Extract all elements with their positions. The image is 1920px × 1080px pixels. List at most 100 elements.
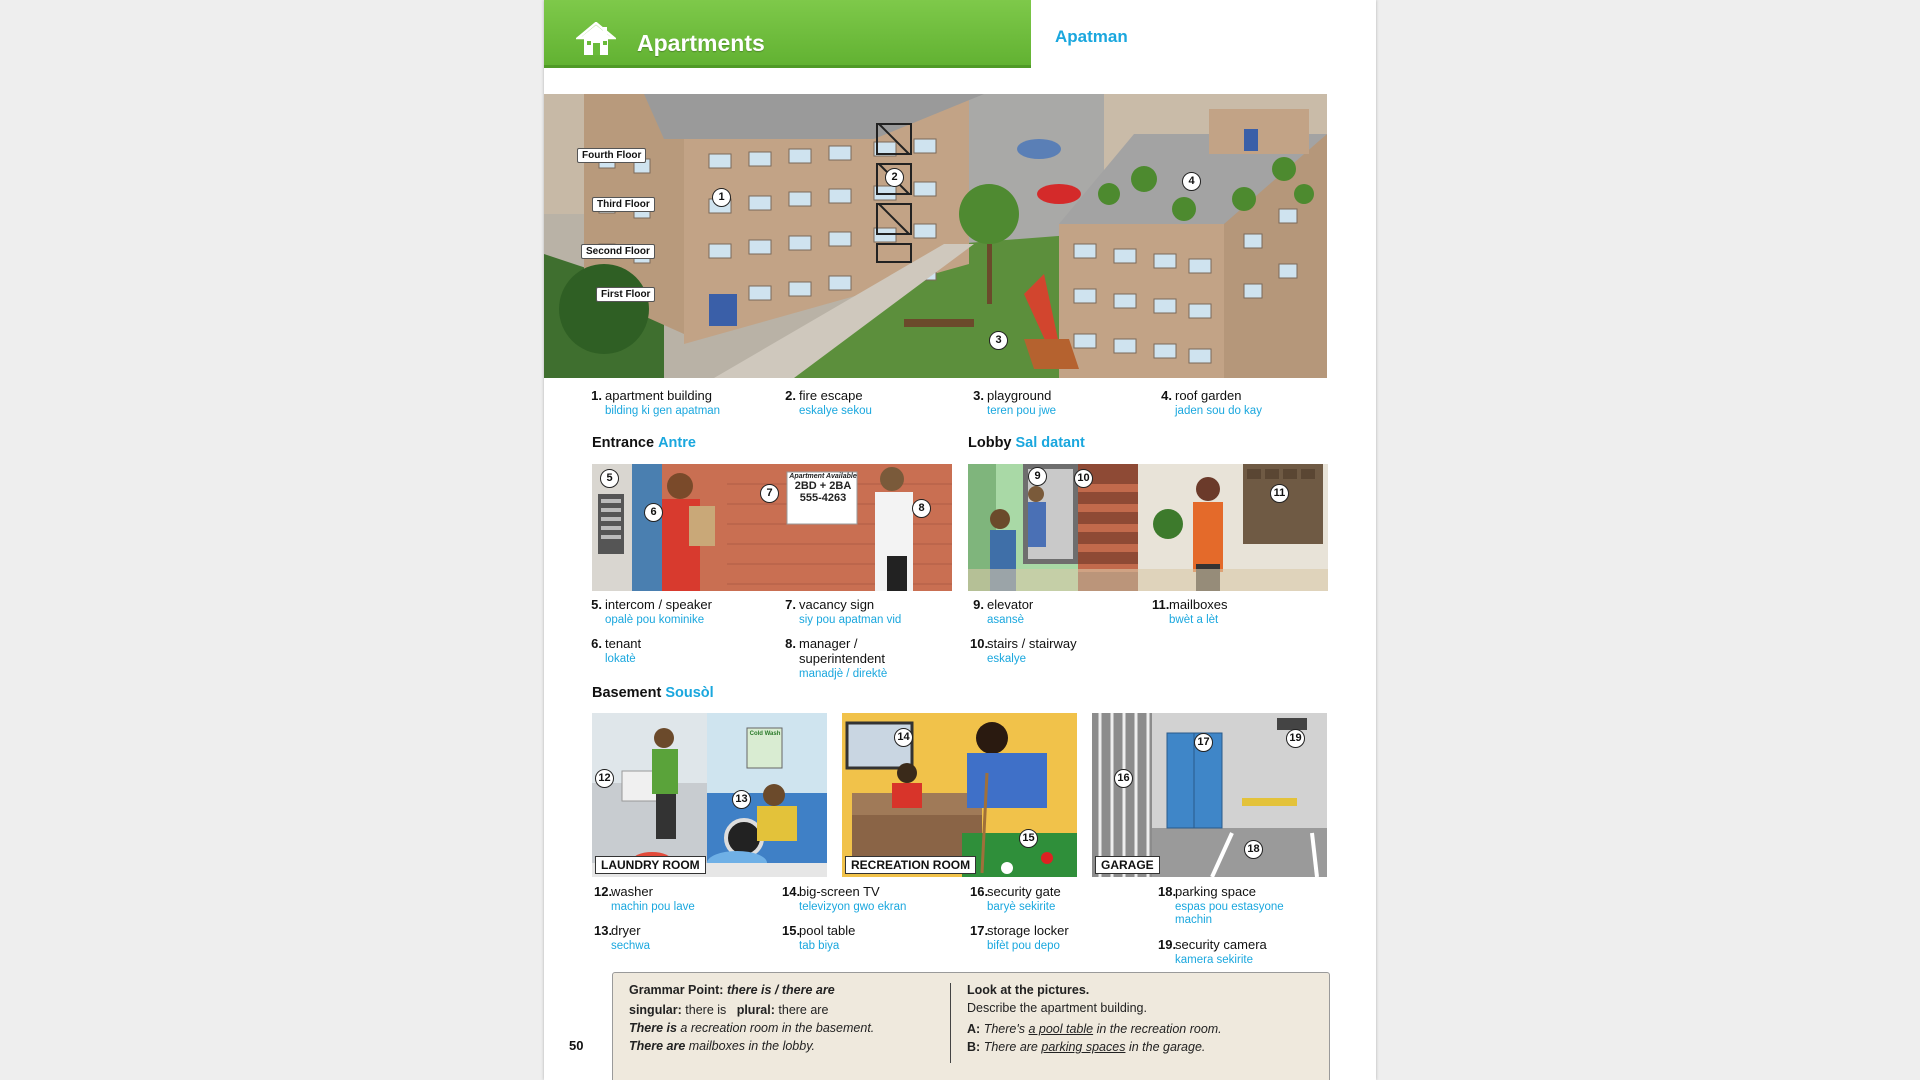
plural-value: there are xyxy=(778,1003,829,1017)
vocab-item: 3. playground teren pou jwe xyxy=(970,388,1160,418)
vocab-number: 19. xyxy=(1158,937,1177,952)
vocab-word: mailboxes xyxy=(1169,597,1228,612)
vocab-item: 8. manager / superintendent manadjè / di… xyxy=(782,636,902,681)
apartment-complex-drawing xyxy=(544,94,1327,378)
vocab-item: 4. roof garden jaden sou do kay xyxy=(1158,388,1348,418)
vocab-word: security gate xyxy=(987,884,1061,899)
vocab-item: 10. stairs / stairway eskalye xyxy=(970,636,1160,666)
vocab-translation: televizyon gwo ekran xyxy=(799,901,907,913)
house-icon xyxy=(576,22,616,55)
vocab-number: 8. xyxy=(785,636,796,651)
section-title-basement: Basement Sousòl xyxy=(592,685,714,701)
callout-11: 11 xyxy=(1270,484,1289,503)
grammar-title-label: Grammar Point: xyxy=(629,983,724,997)
vocab-translation: bwèt a lèt xyxy=(1169,614,1219,626)
vocab-item: 18. parking space espas pou estasyone ma… xyxy=(1158,884,1308,927)
vocab-number: 14. xyxy=(782,884,801,899)
vocab-item: 14. big-screen TV televizyon gwo ekran xyxy=(782,884,972,914)
vocab-translation: asansè xyxy=(987,614,1025,626)
section-title-text: Entrance xyxy=(592,435,655,451)
garage-illustration: GARAGE 16 17 18 19 xyxy=(1092,713,1327,877)
laundry-drawing xyxy=(592,713,827,877)
floor-label-first: First Floor xyxy=(596,287,656,302)
vocab-translation: bilding ki gen apatman xyxy=(605,405,721,417)
vocab-number: 16. xyxy=(970,884,989,899)
callout-13: 13 xyxy=(732,790,751,809)
vocab-word: intercom / speaker xyxy=(605,597,712,612)
header-banner: Apartments xyxy=(544,0,1031,68)
callout-16: 16 xyxy=(1114,769,1133,788)
vocab-item: 11. mailboxes bwèt a lèt xyxy=(1152,597,1342,627)
vocab-word: security camera xyxy=(1175,937,1267,952)
look-title: Look at the pictures. xyxy=(967,983,1090,997)
vocab-number: 5. xyxy=(591,597,602,612)
vocab-translation: espas pou estasyone machin xyxy=(1175,901,1284,926)
vocab-word: roof garden xyxy=(1175,388,1242,403)
vocab-word: fire escape xyxy=(799,388,863,403)
vocab-translation: sechwa xyxy=(611,940,650,952)
room-label-garage: GARAGE xyxy=(1095,856,1160,874)
vocab-translation: tab biya xyxy=(799,940,840,952)
callout-3: 3 xyxy=(989,331,1008,350)
lobby-illustration: 9 10 11 xyxy=(968,464,1328,591)
vocab-item: 16. security gate baryè sekirite xyxy=(970,884,1160,914)
vocab-word: storage locker xyxy=(987,923,1069,938)
speaker-a-label: A: xyxy=(967,1022,981,1036)
apartment-scene-illustration: Fourth Floor Third Floor Second Floor Fi… xyxy=(544,94,1327,378)
page-title: Apartments xyxy=(637,30,765,56)
vocab-item: 9. elevator asansè xyxy=(970,597,1160,627)
callout-9: 9 xyxy=(1028,467,1047,486)
vocab-word: manager / superintendent xyxy=(799,636,886,666)
vocab-word: tenant xyxy=(605,636,642,651)
vocab-translation: machin pou lave xyxy=(611,901,695,913)
vocab-word: apartment building xyxy=(605,388,712,403)
vocab-translation: opalè pou kominike xyxy=(605,614,705,626)
vacancy-sign-line: Apartment Available xyxy=(789,473,857,480)
vocab-translation: jaden sou do kay xyxy=(1175,405,1262,417)
vocab-translation: siy pou apatman vid xyxy=(799,614,902,626)
section-title-lobby: Lobby Sal datant xyxy=(968,435,1085,451)
vocab-word: stairs / stairway xyxy=(987,636,1077,651)
speaker-a-underlined: a pool table xyxy=(1028,1022,1094,1036)
vocab-number: 2. xyxy=(785,388,796,403)
callout-12: 12 xyxy=(595,769,614,788)
vocab-item: 7. vacancy sign siy pou apatman vid xyxy=(782,597,972,627)
room-label-laundry: LAUNDRY ROOM xyxy=(595,856,706,874)
section-title-text: Lobby xyxy=(968,435,1012,451)
singular-label: singular: xyxy=(629,1003,682,1017)
vocab-word: washer xyxy=(611,884,653,899)
speaker-b-pre: There are xyxy=(983,1040,1038,1054)
vocab-number: 7. xyxy=(785,597,796,612)
look-subtitle: Describe the apartment building. xyxy=(967,1001,1147,1015)
callout-17: 17 xyxy=(1194,733,1213,752)
grammar-divider xyxy=(950,983,951,1063)
vocab-number: 18. xyxy=(1158,884,1177,899)
callout-2: 2 xyxy=(885,168,904,187)
section-title-translation: Sousòl xyxy=(665,685,714,701)
vocab-number: 17. xyxy=(970,923,989,938)
look-at-pictures: Look at the pictures. Describe the apart… xyxy=(967,981,1307,1056)
vocab-number: 12. xyxy=(594,884,613,899)
vocab-translation: bifèt pou depo xyxy=(987,940,1060,952)
vocab-number: 9. xyxy=(973,597,984,612)
example-2-rest: mailboxes in the lobby. xyxy=(688,1039,815,1053)
vocab-translation: eskalye sekou xyxy=(799,405,872,417)
vocab-item: 19. security camera kamera sekirite xyxy=(1158,937,1348,967)
example-1-rest: a recreation room in the basement. xyxy=(680,1021,875,1035)
laundry-wall-sign: Cold Wash xyxy=(749,731,781,737)
section-title-text: Basement xyxy=(592,685,662,701)
speaker-a-pre: There's xyxy=(983,1022,1025,1036)
vocab-translation: baryè sekirite xyxy=(987,901,1056,913)
vocab-item: 5. intercom / speaker opalè pou kominike xyxy=(588,597,778,627)
vocab-number: 13. xyxy=(594,923,613,938)
plural-label: plural: xyxy=(736,1003,775,1017)
vacancy-sign-line: 2BD + 2BA xyxy=(794,480,852,492)
entrance-drawing xyxy=(592,464,952,591)
grammar-point-box: Grammar Point: there is / there are sing… xyxy=(612,972,1330,1080)
vocab-item: 12. washer machin pou lave xyxy=(594,884,784,914)
callout-4: 4 xyxy=(1182,172,1201,191)
vocab-word: big-screen TV xyxy=(799,884,880,899)
grammar-point: Grammar Point: there is / there are sing… xyxy=(629,981,929,1055)
vocab-translation: teren pou jwe xyxy=(987,405,1057,417)
callout-10: 10 xyxy=(1074,469,1093,488)
